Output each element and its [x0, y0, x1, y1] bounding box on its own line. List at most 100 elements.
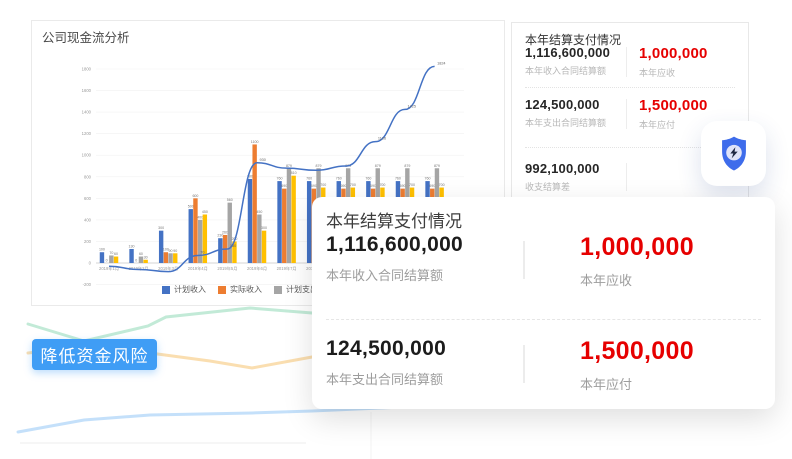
popup-payable-label: 本年应付: [580, 374, 694, 393]
expense-settlement-label: 本年支出合同结算额: [525, 116, 626, 129]
dashed-divider: [326, 319, 761, 320]
popup-expense-settlement-label: 本年支出合同结算额: [326, 369, 523, 388]
svg-text:690: 690: [370, 184, 376, 188]
svg-text:1824: 1824: [437, 61, 445, 65]
column-divider: [626, 163, 627, 191]
svg-text:1000: 1000: [82, 153, 92, 158]
svg-text:700: 700: [409, 183, 415, 187]
popup-expense-settlement-value: 124,500,000: [326, 337, 523, 361]
column-divider: [523, 345, 525, 383]
legend-swatch: [162, 286, 170, 294]
shield-badge-card: [701, 121, 766, 186]
svg-text:260: 260: [222, 230, 228, 234]
svg-text:760: 760: [365, 177, 371, 181]
svg-text:600: 600: [84, 196, 92, 201]
balance-value: 992,100,000: [525, 161, 626, 176]
svg-text:1425: 1425: [408, 104, 416, 108]
expense-settlement-value: 124,500,000: [525, 97, 626, 112]
svg-text:60: 60: [139, 252, 143, 256]
cash-flow-card-title: 公司现金流分析: [42, 27, 130, 46]
svg-text:90: 90: [173, 249, 177, 253]
svg-text:810: 810: [291, 171, 297, 175]
settlement-popup: 本年结算支付情况 1,116,600,000 本年收入合同结算额 1,000,0…: [312, 197, 775, 409]
popup-receivable-label: 本年应收: [580, 270, 694, 289]
svg-text:690: 690: [429, 184, 435, 188]
column-divider: [523, 241, 525, 279]
svg-text:879: 879: [404, 164, 410, 168]
shield-lightning-icon: [712, 132, 756, 176]
svg-text:70: 70: [200, 250, 204, 254]
svg-text:300: 300: [261, 226, 267, 230]
receivable-value: 1,000,000: [639, 45, 708, 62]
svg-text:300: 300: [158, 226, 164, 230]
svg-text:560: 560: [227, 198, 233, 202]
svg-text:700: 700: [439, 183, 445, 187]
balance-label: 收支结算差: [525, 180, 626, 193]
svg-text:0: 0: [106, 259, 108, 263]
svg-text:930: 930: [260, 158, 266, 162]
svg-text:800: 800: [84, 174, 92, 179]
svg-text:879: 879: [286, 164, 292, 168]
svg-text:60: 60: [114, 252, 118, 256]
svg-text:690: 690: [340, 184, 346, 188]
svg-text:2019年5月: 2019年5月: [217, 265, 237, 272]
svg-text:1800: 1800: [82, 67, 92, 72]
svg-text:1600: 1600: [82, 88, 92, 93]
svg-text:130: 130: [129, 244, 135, 248]
popup-row-income: 1,116,600,000 本年收入合同结算额 1,000,000 本年应收: [326, 233, 694, 289]
svg-text:879: 879: [434, 164, 440, 168]
svg-text:130: 130: [230, 244, 236, 248]
svg-text:1100: 1100: [251, 140, 259, 144]
svg-text:690: 690: [311, 184, 317, 188]
svg-text:70: 70: [109, 251, 113, 255]
popup-receivable-value: 1,000,000: [580, 233, 694, 262]
svg-text:690: 690: [281, 184, 287, 188]
legend-label: 实际收入: [230, 284, 262, 295]
svg-text:760: 760: [336, 177, 342, 181]
svg-text:700: 700: [379, 183, 385, 187]
income-settlement-label: 本年收入合同结算额: [525, 64, 626, 77]
svg-text:100: 100: [99, 248, 105, 252]
svg-text:600: 600: [192, 194, 198, 198]
legend-swatch: [218, 286, 226, 294]
svg-text:450: 450: [256, 210, 262, 214]
popup-income-settlement-value: 1,116,600,000: [326, 233, 523, 257]
svg-text:0: 0: [89, 261, 92, 266]
popup-income-settlement-label: 本年收入合同结算额: [326, 265, 523, 284]
svg-text:760: 760: [425, 177, 431, 181]
svg-text:90: 90: [169, 249, 173, 253]
svg-text:0: 0: [135, 259, 137, 263]
svg-text:500: 500: [188, 205, 194, 209]
svg-text:1200: 1200: [82, 131, 92, 136]
svg-text:200: 200: [84, 239, 92, 244]
popup-row-expense: 124,500,000 本年支出合同结算额 1,500,000 本年应付: [326, 337, 694, 393]
svg-text:700: 700: [320, 183, 326, 187]
column-divider: [626, 99, 627, 129]
svg-text:760: 760: [277, 177, 283, 181]
legend-item: 实际收入: [218, 284, 262, 295]
svg-text:2019年7月: 2019年7月: [277, 265, 297, 272]
svg-text:1126: 1126: [378, 137, 386, 141]
panel-row-income: 1,116,600,000 本年收入合同结算额 1,000,000 本年应收: [525, 45, 740, 79]
dashboard: 公司现金流分析 -2000200400600800100012001400160…: [0, 0, 792, 459]
risk-reduction-badge-label: 降低资金风险: [41, 342, 149, 367]
income-settlement-value: 1,116,600,000: [525, 45, 626, 60]
svg-text:879: 879: [316, 164, 322, 168]
popup-payable-value: 1,500,000: [580, 337, 694, 366]
svg-text:2019年6月: 2019年6月: [247, 265, 267, 272]
svg-text:1400: 1400: [82, 110, 92, 115]
column-divider: [626, 47, 627, 77]
svg-text:2019年4月: 2019年4月: [188, 265, 208, 272]
svg-text:400: 400: [84, 217, 92, 222]
payable-value: 1,500,000: [639, 97, 708, 114]
legend-swatch: [274, 286, 282, 294]
payable-label: 本年应付: [639, 118, 708, 131]
svg-text:760: 760: [306, 177, 312, 181]
risk-reduction-badge[interactable]: 降低资金风险: [32, 339, 157, 370]
svg-text:690: 690: [400, 184, 406, 188]
legend-item: 计划收入: [162, 284, 206, 295]
legend-label: 计划收入: [174, 284, 206, 295]
svg-text:450: 450: [202, 210, 208, 214]
svg-text:700: 700: [350, 183, 356, 187]
svg-text:760: 760: [395, 177, 401, 181]
